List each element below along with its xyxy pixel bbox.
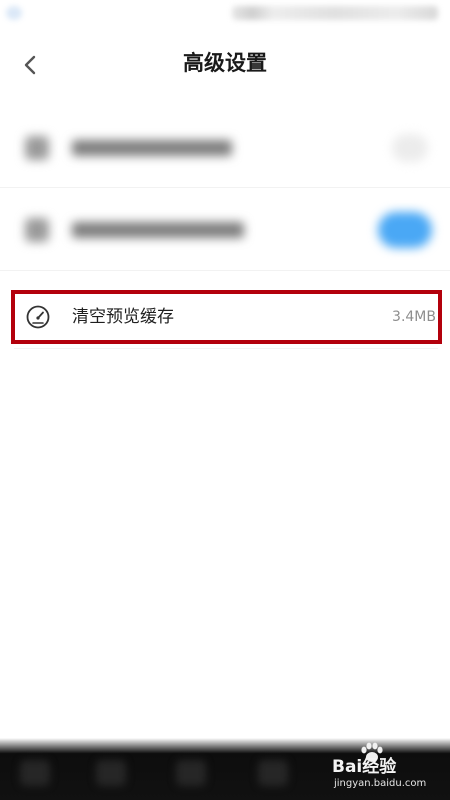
nav-bar: 高级设置 <box>0 34 450 94</box>
row-divider <box>0 187 450 188</box>
status-bar <box>0 0 450 30</box>
toggle-switch-on-blurred[interactable] <box>378 212 432 248</box>
row-divider <box>0 270 450 271</box>
bottom-nav-item-blurred <box>96 760 126 786</box>
advanced-settings-screen: 高级设置 清空预览缓存 3.4MB Bai经验 jingyan.baidu.co… <box>0 0 450 800</box>
page-title: 高级设置 <box>183 51 267 75</box>
cache-size-value: 3.4MB <box>392 309 436 325</box>
status-bar-right-blurred <box>232 6 438 20</box>
watermark-brand: Bai经验 <box>332 757 397 777</box>
status-bar-left-blurred <box>6 6 22 20</box>
setting-row-blurred-2[interactable] <box>0 192 450 268</box>
setting-row-icon-blurred <box>25 136 49 160</box>
bottom-nav-item-blurred <box>20 760 50 786</box>
watermark-url: jingyan.baidu.com <box>334 778 427 789</box>
gauge-icon <box>26 305 50 329</box>
row-divider <box>14 348 438 349</box>
bottom-nav-item-blurred <box>258 760 288 786</box>
bottom-nav-item-blurred <box>176 760 206 786</box>
setting-row-blurred-1[interactable] <box>0 110 450 186</box>
setting-row-text-blurred <box>72 140 232 156</box>
toggle-switch-off-blurred[interactable] <box>392 134 428 162</box>
setting-row-icon-blurred <box>25 218 49 242</box>
clear-preview-cache-row[interactable]: 清空预览缓存 3.4MB <box>11 290 442 344</box>
clear-cache-label: 清空预览缓存 <box>72 307 174 327</box>
baidu-jingyan-watermark: Bai经验 jingyan.baidu.com <box>332 742 444 792</box>
setting-row-text-blurred <box>72 222 244 238</box>
